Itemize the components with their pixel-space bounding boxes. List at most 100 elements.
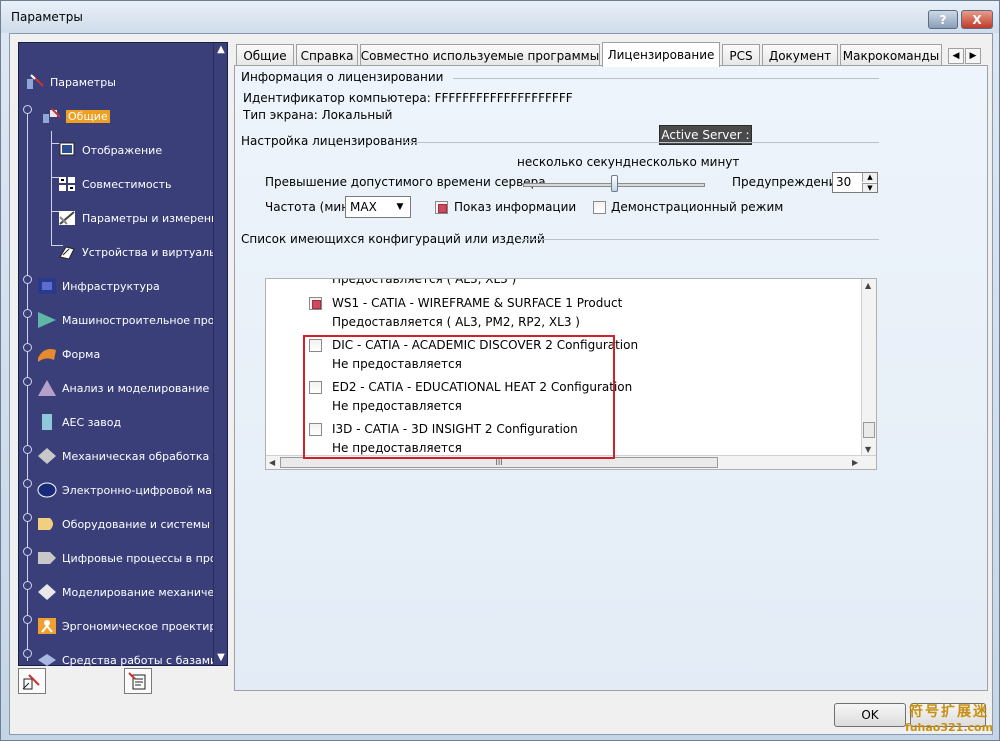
ergonomics-icon <box>35 615 59 637</box>
equipment-systems-icon <box>35 513 59 535</box>
tree-item-shape[interactable]: Форма <box>35 343 213 365</box>
licensing-tab-page: Информация о лицензировании Идентификато… <box>234 65 988 691</box>
tree-expander[interactable] <box>23 309 32 318</box>
group-separator <box>517 239 879 240</box>
demo-mode-label: Демонстрационный режим <box>611 200 784 214</box>
list-vertical-scrollbar[interactable]: ▲ ▼ <box>861 279 876 457</box>
reset-options-icon <box>22 674 40 690</box>
tab-scroll-right[interactable]: ▶ <box>965 48 981 64</box>
devices-vr-icon <box>55 241 79 263</box>
tree-item-mechanical-simulation[interactable]: Моделирование механических систем <box>35 581 213 603</box>
scroll-right-arrow-icon[interactable]: ▶ <box>852 458 858 467</box>
tree-item-analysis[interactable]: Анализ и моделирование <box>35 377 213 399</box>
analysis-icon <box>35 377 59 399</box>
tree-expander[interactable] <box>23 343 32 352</box>
infrastructure-icon <box>35 275 59 297</box>
scroll-left-arrow-icon[interactable]: ◀ <box>269 458 275 467</box>
frequency-value: MAX <box>350 200 377 214</box>
warning-spinner[interactable]: 30 ▲ ▼ <box>832 172 878 193</box>
site-watermark: 符号扩展迷 fuhao321.com <box>901 701 997 737</box>
general-icon <box>39 105 63 127</box>
tree-item-mechanical-design[interactable]: Машиностроительное проектирование <box>35 309 213 331</box>
tree-item-devices-vr[interactable]: Устройства и виртуальная реальность <box>55 241 213 263</box>
tree-item-aec-plant[interactable]: AEC завод <box>35 411 213 433</box>
list-vertical-thumb[interactable] <box>863 422 875 438</box>
server-timeout-label: Превышение допустимого времени сервера <box>265 175 546 189</box>
group-separator <box>403 142 879 143</box>
tab-pcs[interactable]: PCS <box>722 44 760 66</box>
tree-expander[interactable] <box>23 547 32 556</box>
spin-up-arrow-icon[interactable]: ▲ <box>862 173 877 182</box>
tree-expander[interactable] <box>23 105 32 114</box>
screen-type-label: Тип экрана: Локальный <box>243 108 393 122</box>
group-separator <box>453 78 879 79</box>
tree-item-ergonomics[interactable]: Эргономическое проектирование <box>35 615 213 637</box>
config-checkbox[interactable] <box>309 297 322 310</box>
tab-scroll-left[interactable]: ◀ <box>948 48 964 64</box>
tree-item-parameters-measure[interactable]: Параметры и измерения <box>55 207 213 229</box>
license-settings-title: Настройка лицензирования <box>241 134 418 148</box>
tree-expander[interactable] <box>23 445 32 454</box>
scroll-up-arrow-icon[interactable]: ▲ <box>865 281 871 290</box>
tab-licensing[interactable]: Лицензирование <box>602 42 720 67</box>
title-bar: Параметры ? X <box>1 1 999 33</box>
aec-plant-icon <box>35 411 59 433</box>
tree-scrollbar[interactable]: ▲ ▼ <box>213 43 227 665</box>
computer-id-label: Идентификатор компьютера: FFFFFFFFFFFFFF… <box>243 91 573 105</box>
tree-scroll-up[interactable]: ▲ <box>216 45 226 55</box>
tree-connector <box>51 131 52 245</box>
tree-item-display[interactable]: Отображение <box>55 139 213 161</box>
license-info-title: Информация о лицензировании <box>241 70 444 84</box>
show-info-checkbox[interactable] <box>435 201 448 214</box>
tree-expander[interactable] <box>23 275 32 284</box>
list-item-status: Предоставляется ( AL3, PM2, RP2, XL3 ) <box>332 315 580 329</box>
scroll-down-arrow-icon[interactable]: ▼ <box>865 445 871 454</box>
frequency-combo[interactable]: MAX ▼ <box>345 196 411 218</box>
tree-item-machining[interactable]: Механическая обработка <box>35 445 213 467</box>
warning-label: Предупреждение <box>732 175 844 189</box>
tree-expander[interactable] <box>23 615 32 624</box>
tree-item-options[interactable]: Параметры <box>23 71 213 93</box>
tree-item-compatibility[interactable]: Совместимость <box>55 173 213 195</box>
tree-item-general[interactable]: Общие <box>39 105 213 127</box>
tree-expander[interactable] <box>23 649 32 658</box>
highlight-annotation-box <box>303 335 615 459</box>
machining-icon <box>35 445 59 467</box>
tab-general[interactable]: Общие <box>236 44 294 66</box>
tree-item-equipment-systems[interactable]: Оборудование и системы <box>35 513 213 535</box>
tab-shared-programs[interactable]: Совместно используемые программы <box>360 44 600 66</box>
watermark-line2: fuhao321.com <box>904 721 994 734</box>
close-button[interactable]: X <box>961 10 993 29</box>
tree-expander[interactable] <box>23 377 32 386</box>
tree-item-digital-mockup[interactable]: Электронно-цифровой макет <box>35 479 213 501</box>
slider-caption: несколько секунднесколько минут <box>517 155 740 169</box>
tree-expander[interactable] <box>23 479 32 488</box>
options-root-icon <box>23 71 47 93</box>
tab-macros[interactable]: Макрокоманды <box>840 44 942 66</box>
tab-help[interactable]: Справка <box>296 44 358 66</box>
list-item-name[interactable]: WS1 - CATIA - WIREFRAME & SURFACE 1 Prod… <box>332 296 622 310</box>
tree-expander[interactable] <box>23 581 32 590</box>
spin-down-arrow-icon[interactable]: ▼ <box>862 183 877 192</box>
mechanical-design-icon <box>35 309 59 331</box>
tree-item-digital-process[interactable]: Цифровые процессы в производстве <box>35 547 213 569</box>
tree-item-infrastructure[interactable]: Инфраструктура <box>35 275 213 297</box>
tree-scroll-down[interactable]: ▼ <box>216 653 226 663</box>
shape-icon <box>35 343 59 365</box>
mechanical-simulation-icon <box>35 581 59 603</box>
digital-mockup-icon <box>35 479 59 501</box>
demo-mode-checkbox[interactable] <box>593 201 606 214</box>
warning-value: 30 <box>836 175 852 189</box>
reset-options-button[interactable] <box>18 668 46 694</box>
dialog-client: Параметры Общие Отображение Совместимост… <box>9 33 993 735</box>
parameters-measure-icon <box>55 207 79 229</box>
tree-expander[interactable] <box>23 513 32 522</box>
chevron-down-icon: ▼ <box>396 202 404 212</box>
help-button[interactable]: ? <box>928 10 958 29</box>
ok-button[interactable]: OK <box>834 703 906 727</box>
export-options-button[interactable] <box>124 668 152 694</box>
window-title: Параметры <box>11 10 83 24</box>
server-timeout-slider-thumb[interactable] <box>611 175 618 192</box>
tab-document[interactable]: Документ <box>762 44 838 66</box>
watermark-line1: 符号扩展迷 <box>909 704 989 720</box>
